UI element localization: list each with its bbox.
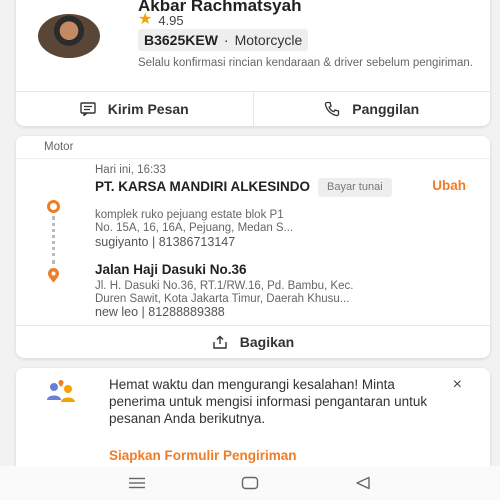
send-message-button[interactable]: Kirim Pesan [16,92,253,126]
vehicle-type: Motorcycle [234,32,303,48]
license-plate: B3625KEW [144,32,218,48]
dropoff-address-line2: Duren Sawit, Kota Jakarta Timur, Daerah … [95,293,350,305]
driver-avatar [38,14,100,58]
vehicle-mode-label: Motor [44,141,74,153]
driver-rating: 4.95 [158,12,184,28]
call-button[interactable]: Panggilan [252,92,491,126]
badge-separator: · [223,32,229,48]
pickup-address-line1: komplek ruko pejuang estate blok P1 [95,209,284,221]
route-line [52,216,55,264]
rating-row: ★ 4.95 [138,12,184,28]
share-button[interactable]: Bagikan [16,325,490,358]
promo-card: Hemat waktu dan mengurangi kesalahan! Mi… [16,368,490,478]
menu-nav-icon[interactable] [122,473,152,493]
send-message-label: Kirim Pesan [107,101,189,117]
share-icon [212,334,228,350]
driver-card: Akbar Rachmatsyah ★ 4.95 B3625KEW · Moto… [16,0,490,126]
destination-pin-icon [48,268,59,283]
route-card: Motor Hari ini, 16:33 PT. KARSA MANDIRI … [16,136,490,358]
promo-message: Hemat waktu dan mengurangi kesalahan! Mi… [109,377,428,426]
divider [16,158,490,159]
system-nav-bar [0,466,500,500]
dropoff-address-line1: Jl. H. Dasuki No.36, RT.1/RW.16, Pd. Bam… [95,280,354,292]
vehicle-badge: B3625KEW · Motorcycle [138,29,309,51]
people-location-icon [47,380,75,402]
back-nav-icon[interactable] [348,473,378,493]
phone-icon [324,101,340,117]
pickup-address-line2: No. 15A, 16, 16A, Pejuang, Medan S... [95,222,294,234]
call-label: Panggilan [352,101,420,117]
pickup-name: PT. KARSA MANDIRI ALKESINDO Bayar tunai [95,178,415,197]
star-icon: ★ [138,11,153,28]
driver-actions: Kirim Pesan Panggilan [16,91,490,126]
close-icon[interactable]: × [453,376,462,394]
dropoff-name: Jalan Haji Dasuki No.36 [95,262,247,277]
home-nav-icon[interactable] [235,473,265,493]
dropoff-contact: new leo | 81288889388 [95,305,225,319]
pickup-contact: sugiyanto | 81386713147 [95,235,236,249]
edit-button[interactable]: Ubah [432,178,466,193]
payment-badge: Bayar tunai [318,178,392,197]
pickup-name-text: PT. KARSA MANDIRI ALKESINDO [95,179,311,194]
pickup-time: Hari ini, 16:33 [95,164,166,176]
message-icon [80,101,96,117]
prepare-form-link[interactable]: Siapkan Formulir Pengiriman [109,448,297,463]
origin-pin-icon [47,200,60,213]
share-label: Bagikan [239,334,295,350]
confirm-notice: Selalu konfirmasi rincian kendaraan & dr… [138,57,473,69]
